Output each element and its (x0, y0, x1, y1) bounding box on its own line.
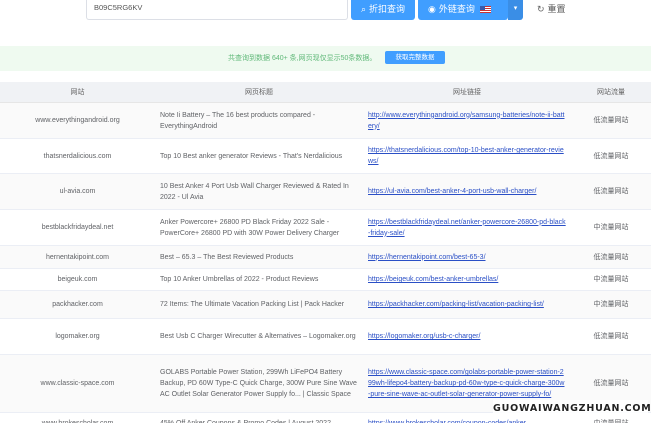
chevron-down-icon[interactable]: ▾ (508, 0, 523, 20)
cell-title: 10 Best Anker 4 Port Usb Wall Charger Re… (160, 182, 349, 201)
reset-button[interactable]: ↻ 重置 (530, 0, 578, 20)
discount-query-label: 折扣查询 (369, 4, 406, 14)
cell-url-link[interactable]: https://packhacker.com/packing-list/vaca… (363, 291, 571, 318)
discount-query-button[interactable]: ⌕ 折扣查询 (351, 0, 415, 20)
cell-url-link[interactable]: https://hernentakipoint.com/best-65-3/ (363, 246, 571, 268)
cell-url-link[interactable]: https://bestblackfridaydeal.net/anker-po… (363, 210, 571, 245)
search-icon: ⌕ (360, 4, 367, 14)
cell-traffic: 低流量网站 (593, 152, 629, 160)
header-site[interactable]: 网站 (0, 82, 155, 102)
cell-title: 72 Items: The Ultimate Vacation Packing … (160, 301, 345, 308)
backlinks-table: 网站 网页标题 网址链接 网站流量 www.everythingandroid.… (0, 82, 651, 423)
backlink-query-button[interactable]: ◉ 外链查询 (418, 0, 508, 20)
cell-title: GOLABS Portable Power Station, 299Wh LiF… (160, 369, 357, 398)
cell-url-link[interactable]: http://www.everythingandroid.org/samsung… (363, 103, 571, 138)
backlink-query-label: 外链查询 (438, 4, 475, 14)
table-row: beigeuk.com Top 10 Anker Umbrellas of 20… (0, 269, 651, 291)
cell-traffic: 低流量网站 (593, 253, 629, 261)
us-flag-icon (479, 5, 491, 13)
cell-site: bestblackfridaydeal.net (41, 224, 114, 231)
table-row: packhacker.com 72 Items: The Ultimate Va… (0, 291, 651, 319)
notice-banner: 共查询到数据 640+ 条,网页现仅显示50条数据。 获取完整数据 (0, 46, 651, 71)
cell-site: www.classic-space.com (40, 380, 115, 387)
search-toolbar: B09C5RG6KV ⌕ 折扣查询 ◉ 外链查询 ▾ ↻ 重置 (0, 0, 651, 24)
cell-title: Top 10 Best anker generator Reviews - Th… (160, 152, 343, 160)
cell-site: hernentakipoint.com (45, 253, 110, 261)
table-row: ul-avia.com 10 Best Anker 4 Port Usb Wal… (0, 174, 651, 210)
cell-url-link[interactable]: https://thatsnerdalicious.com/top-10-bes… (363, 139, 571, 173)
table-row: logomaker.org Best Usb C Charger Wirecut… (0, 319, 651, 355)
cell-url-link[interactable]: https://beigeuk.com/best-anker-umbrellas… (363, 269, 571, 290)
cell-site: beigeuk.com (57, 276, 98, 283)
table-body: www.everythingandroid.org Note Ii Batter… (0, 103, 651, 423)
cell-site: www.everythingandroid.org (35, 117, 120, 124)
cell-traffic: 中流量网站 (593, 301, 629, 308)
cell-url-link[interactable]: https://ul-avia.com/best-anker-4-port-us… (363, 174, 571, 209)
header-traffic[interactable]: 网站流量 (571, 82, 651, 102)
table-header: 网站 网页标题 网址链接 网站流量 (0, 82, 651, 103)
cell-traffic: 低流量网站 (593, 188, 629, 195)
get-full-data-button[interactable]: 获取完整数据 (385, 51, 445, 64)
cell-site: www.brokescholar.com (0, 413, 155, 423)
header-title[interactable]: 网页标题 (155, 82, 363, 102)
table-row: thatsnerdalicious.com Top 10 Best anker … (0, 139, 651, 174)
eye-icon: ◉ (428, 4, 436, 14)
cell-site: logomaker.org (55, 333, 100, 340)
header-url[interactable]: 网址链接 (363, 82, 571, 102)
cell-site: thatsnerdalicious.com (43, 152, 112, 160)
cell-site: ul-avia.com (59, 188, 96, 195)
cell-title: 45% Off Anker Coupons & Promo Codes | Au… (155, 413, 363, 423)
cell-site: packhacker.com (52, 301, 103, 308)
cell-traffic: 低流量网站 (593, 117, 629, 124)
table-row: hernentakipoint.com Best – 65.3 – The Be… (0, 246, 651, 269)
table-row: www.everythingandroid.org Note Ii Batter… (0, 103, 651, 139)
cell-traffic: 中流量网站 (593, 276, 629, 283)
cell-title: Note Ii Battery – The 16 best products c… (160, 111, 316, 130)
site-watermark: GUOWAIWANGZHUAN.COM (493, 400, 651, 417)
search-input[interactable]: B09C5RG6KV (86, 0, 348, 20)
notice-text: 共查询到数据 640+ 条,网页现仅显示50条数据。 (228, 55, 377, 62)
cell-traffic: 中流量网站 (593, 224, 629, 231)
cell-title: Best Usb C Charger Wirecutter & Alternat… (160, 333, 356, 340)
cell-url-link[interactable]: https://logomaker.org/usb-c-charger/ (363, 319, 571, 354)
refresh-icon: ↻ (537, 4, 545, 14)
reset-label: 重置 (547, 4, 566, 14)
cell-title: Top 10 Anker Umbrellas of 2022 - Product… (160, 276, 319, 283)
cell-title: Best – 65.3 – The Best Reviewed Products (160, 253, 294, 261)
table-row: bestblackfridaydeal.net Anker Powercore+… (0, 210, 651, 246)
cell-traffic: 低流量网站 (593, 333, 629, 340)
cell-title: Anker Powercore+ 26800 PD Black Friday 2… (160, 218, 340, 237)
